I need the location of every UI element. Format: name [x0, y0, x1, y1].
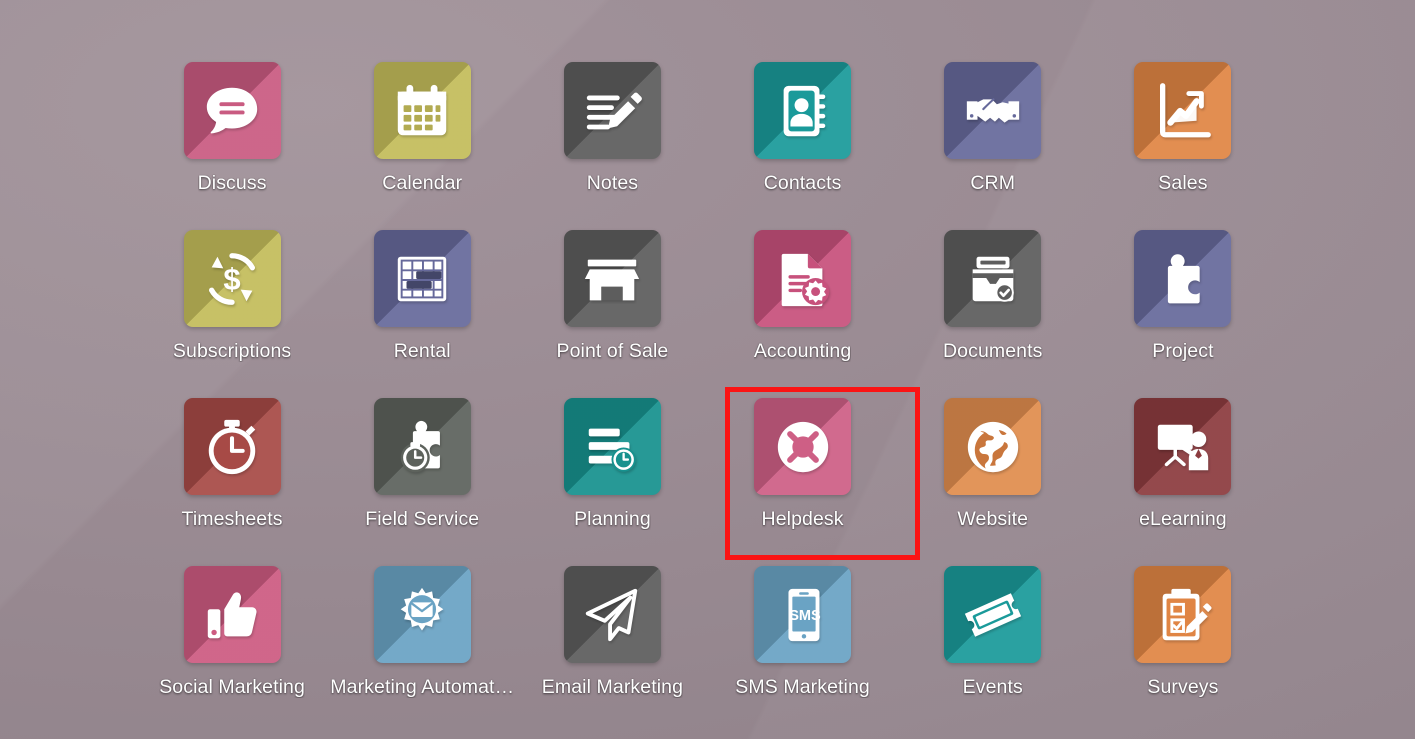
app-label: Contacts: [763, 172, 842, 194]
gear-envelope-icon[interactable]: [373, 566, 471, 663]
puzzle-piece-icon[interactable]: [1134, 230, 1232, 327]
app-label: Surveys: [1147, 676, 1219, 698]
note-pencil-icon[interactable]: [563, 62, 661, 159]
calendar-icon[interactable]: [373, 62, 471, 159]
handshake-icon[interactable]: [944, 62, 1042, 159]
app-tile-planning[interactable]: Planning: [517, 398, 707, 566]
app-label: Notes: [586, 172, 639, 194]
app-grid: Discuss Calendar Notes Contacts CRM Sales $ Sub…: [0, 0, 1415, 739]
app-label: Timesheets: [181, 508, 283, 530]
globe-icon[interactable]: [944, 398, 1042, 495]
app-tile-rental[interactable]: Rental: [327, 230, 517, 398]
app-tile-helpdesk[interactable]: Helpdesk: [708, 398, 898, 566]
app-tile-crm[interactable]: CRM: [898, 62, 1088, 230]
app-tile-marketing-automat[interactable]: Marketing Automat…: [327, 566, 517, 734]
svg-text:$: $: [223, 261, 240, 296]
svg-text:SMS: SMS: [789, 607, 821, 623]
app-tile-sales[interactable]: Sales: [1088, 62, 1278, 230]
puzzle-stopwatch-icon[interactable]: [373, 398, 471, 495]
app-label: eLearning: [1139, 508, 1227, 530]
ticket-icon[interactable]: [944, 566, 1042, 663]
gantt-grid-icon[interactable]: [373, 230, 471, 327]
app-label: Documents: [942, 340, 1043, 362]
presenter-board-icon[interactable]: [1134, 398, 1232, 495]
app-tile-email-marketing[interactable]: Email Marketing: [517, 566, 707, 734]
storefront-icon[interactable]: [563, 230, 661, 327]
address-book-icon[interactable]: [754, 62, 852, 159]
app-tile-accounting[interactable]: Accounting: [708, 230, 898, 398]
app-label: Marketing Automat…: [330, 676, 515, 698]
app-tile-subscriptions[interactable]: $ Subscriptions: [137, 230, 327, 398]
schedule-bars-clock-icon[interactable]: [563, 398, 661, 495]
speech-bubble-icon[interactable]: [183, 62, 281, 159]
app-tile-calendar[interactable]: Calendar: [327, 62, 517, 230]
app-tile-project[interactable]: Project: [1088, 230, 1278, 398]
app-label: SMS Marketing: [735, 676, 870, 698]
app-tile-social-marketing[interactable]: Social Marketing: [137, 566, 327, 734]
app-label: Planning: [574, 508, 651, 530]
app-label: Accounting: [753, 340, 852, 362]
app-tile-field-service[interactable]: Field Service: [327, 398, 517, 566]
app-tile-documents[interactable]: Documents: [898, 230, 1088, 398]
app-label: Rental: [393, 340, 451, 362]
app-tile-website[interactable]: Website: [898, 398, 1088, 566]
app-label: Field Service: [365, 508, 480, 530]
app-tile-point-of-sale[interactable]: Point of Sale: [517, 230, 707, 398]
clipboard-pencil-icon[interactable]: [1134, 566, 1232, 663]
app-label: Social Marketing: [159, 676, 305, 698]
app-tile-notes[interactable]: Notes: [517, 62, 707, 230]
app-tile-contacts[interactable]: Contacts: [708, 62, 898, 230]
app-tile-discuss[interactable]: Discuss: [137, 62, 327, 230]
paper-plane-icon[interactable]: [563, 566, 661, 663]
app-label: Point of Sale: [556, 340, 669, 362]
inbox-check-icon[interactable]: [944, 230, 1042, 327]
growth-chart-icon[interactable]: [1134, 62, 1232, 159]
stopwatch-icon[interactable]: [183, 398, 281, 495]
app-label: Calendar: [382, 172, 463, 194]
app-label: Discuss: [197, 172, 267, 194]
app-tile-sms-marketing[interactable]: SMS SMS Marketing: [708, 566, 898, 734]
recurring-dollar-icon[interactable]: $: [183, 230, 281, 327]
app-tile-elearning[interactable]: eLearning: [1088, 398, 1278, 566]
app-tile-timesheets[interactable]: Timesheets: [137, 398, 327, 566]
app-tile-events[interactable]: Events: [898, 566, 1088, 734]
life-ring-icon[interactable]: [754, 398, 852, 495]
app-label: Website: [957, 508, 1029, 530]
phone-sms-icon[interactable]: SMS: [754, 566, 852, 663]
app-label: Helpdesk: [761, 508, 844, 530]
app-label: Sales: [1158, 172, 1208, 194]
app-label: CRM: [970, 172, 1016, 194]
app-label: Email Marketing: [541, 676, 684, 698]
thumbs-up-icon[interactable]: [183, 566, 281, 663]
app-label: Events: [962, 676, 1023, 698]
app-label: Subscriptions: [172, 340, 292, 362]
app-tile-surveys[interactable]: Surveys: [1088, 566, 1278, 734]
app-label: Project: [1152, 340, 1214, 362]
document-gear-icon[interactable]: [754, 230, 852, 327]
